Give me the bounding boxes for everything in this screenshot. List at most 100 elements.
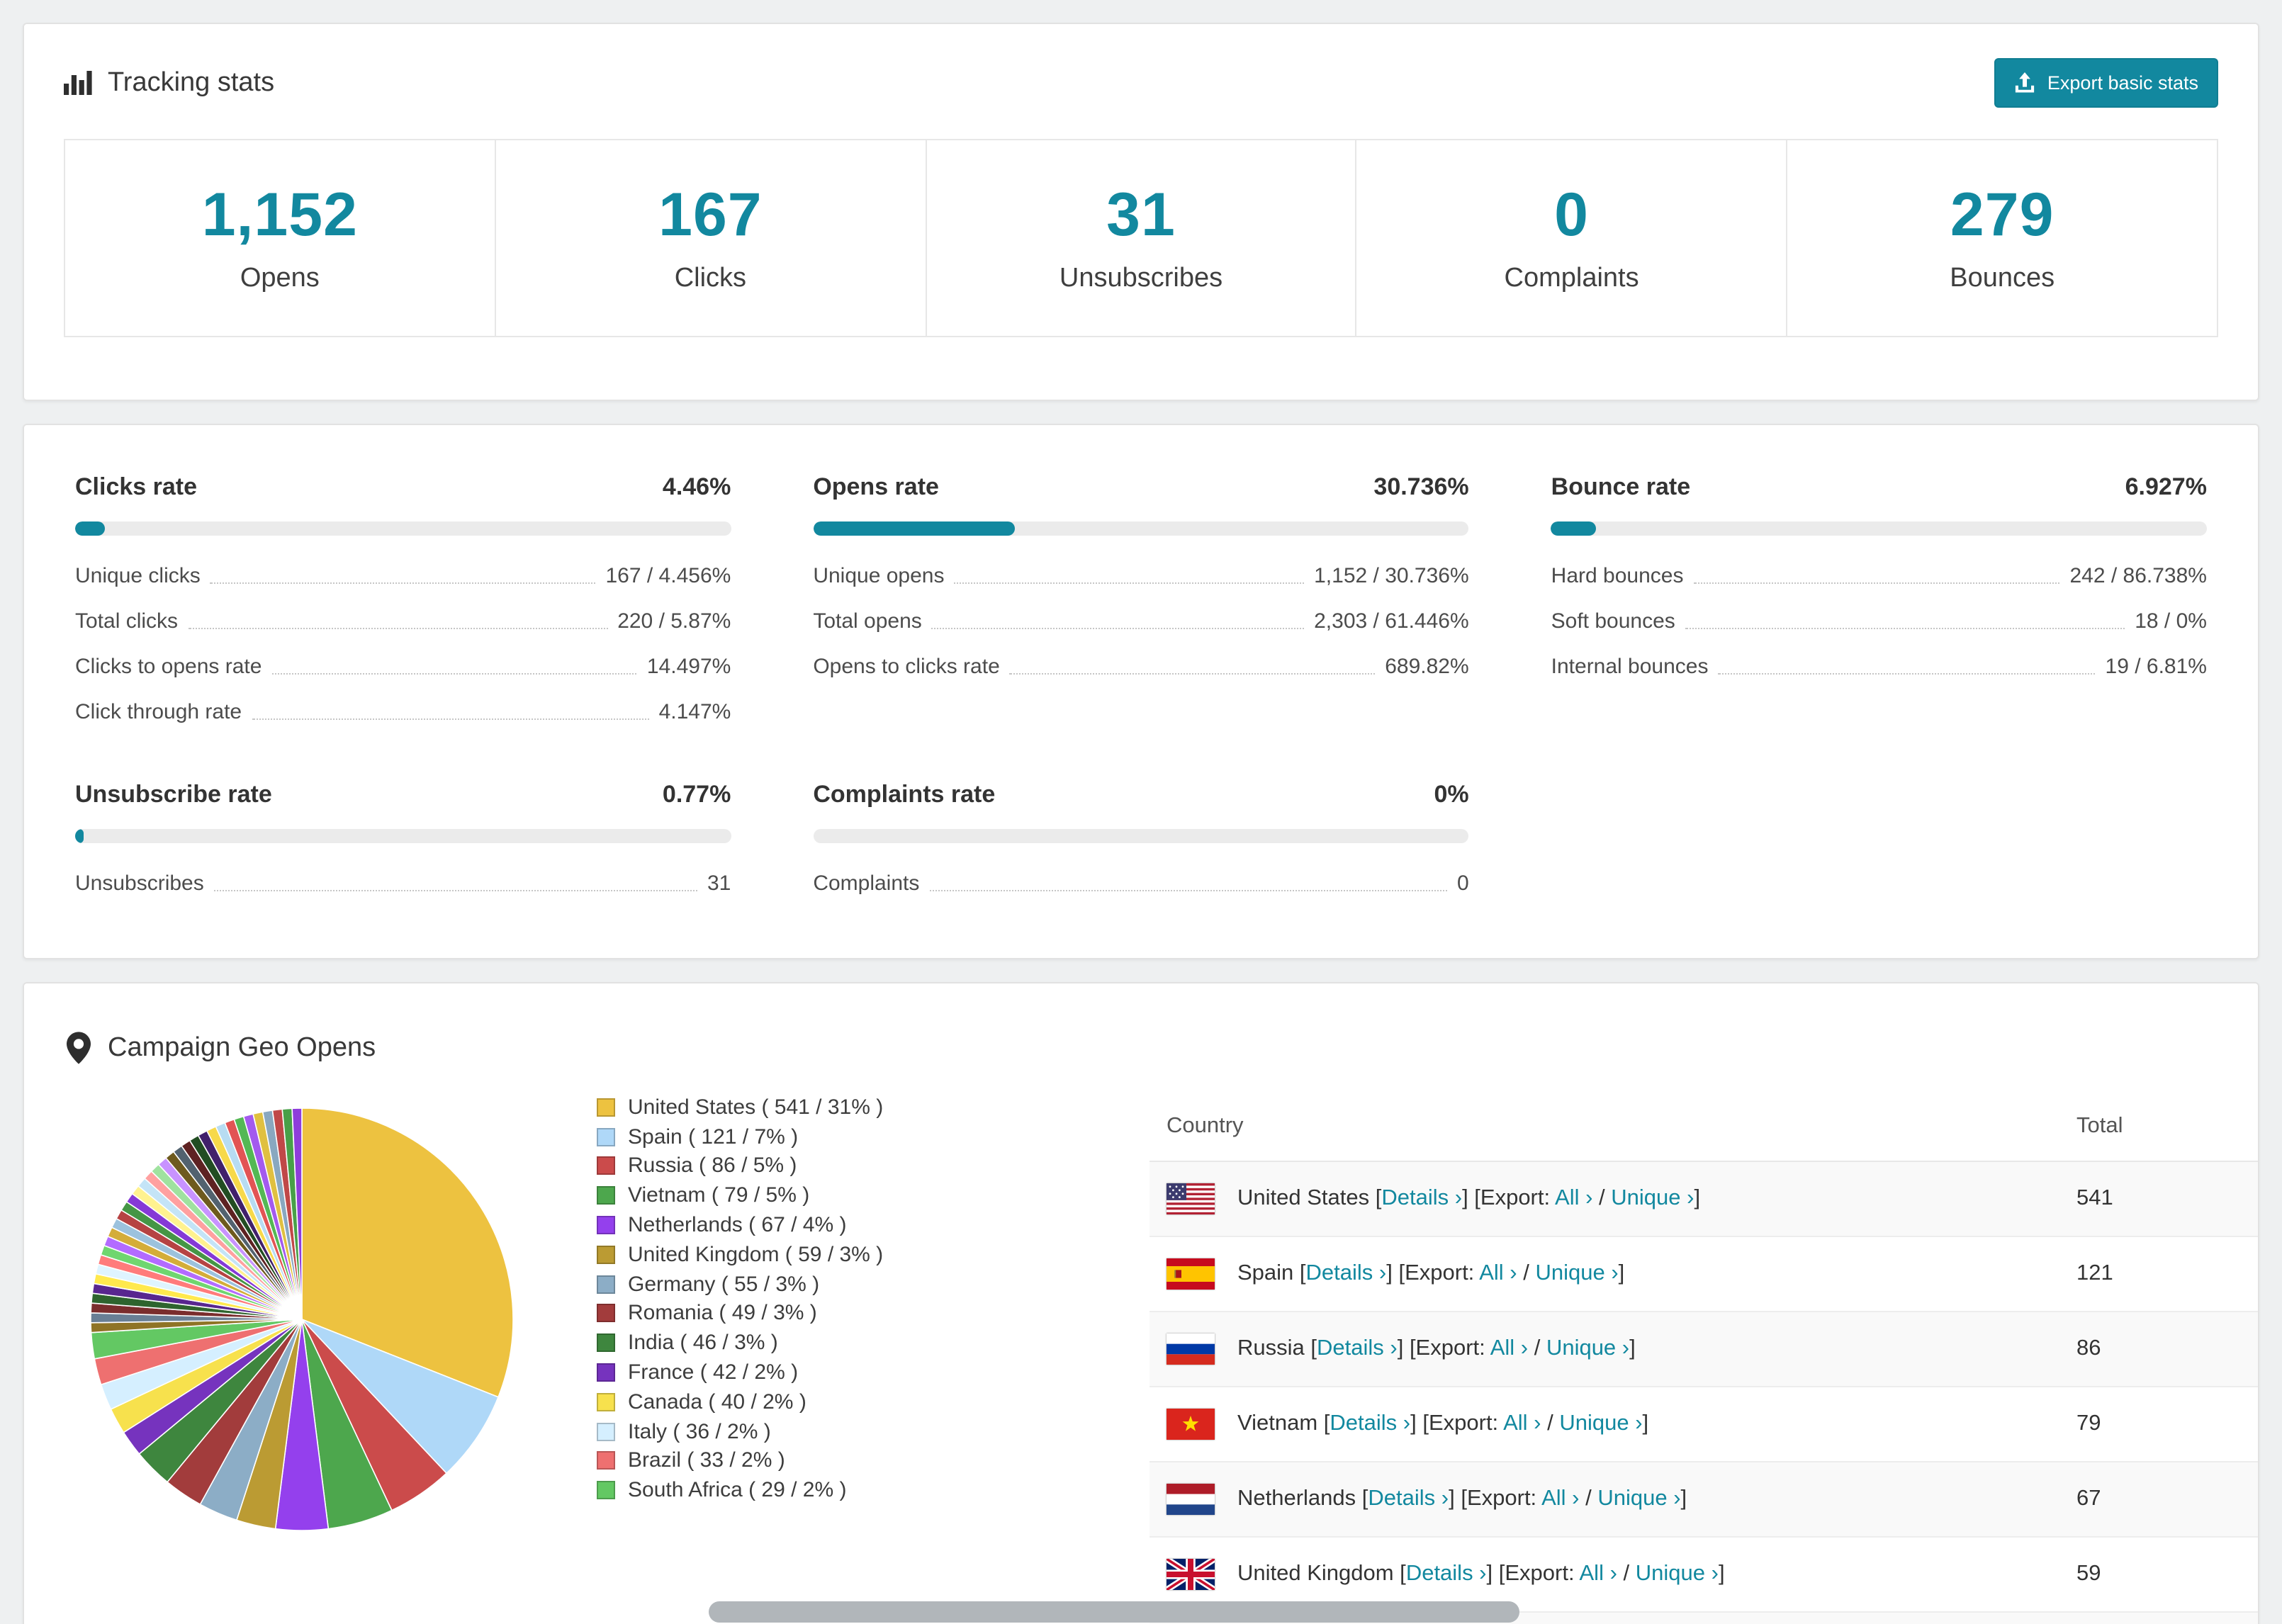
export-unique-link[interactable]: Unique › — [1636, 1562, 1719, 1586]
rate-detail-value: 220 / 5.87% — [617, 609, 731, 633]
dotted-leader — [931, 628, 1305, 629]
export-unique-link[interactable]: Unique › — [1559, 1411, 1642, 1436]
tracking-stats-title: Tracking stats — [108, 67, 275, 97]
bounces-count: 279 — [1950, 181, 2055, 249]
geo-legend: United States ( 541 / 31% ) Spain ( 121 /… — [597, 1093, 954, 1505]
rate-detail-label: Unsubscribes — [75, 872, 204, 896]
rate-detail-label: Total clicks — [75, 609, 179, 633]
legend-item-netherlands: Netherlands ( 67 / 4% ) — [597, 1210, 954, 1240]
complaints-label: Complaints — [1504, 264, 1639, 293]
bar-chart-icon — [64, 71, 92, 95]
pie-svg — [90, 1107, 514, 1531]
dotted-leader — [1693, 582, 2060, 584]
legend-swatch-icon — [597, 1363, 615, 1382]
opens-label: Opens — [240, 264, 320, 293]
geo-table-wrap: Country Total United States [Details ›] … — [1150, 1090, 2258, 1624]
export-unique-link[interactable]: Unique › — [1611, 1186, 1694, 1210]
dotted-leader — [271, 673, 637, 675]
rate-detail-value: 4.147% — [658, 700, 731, 724]
legend-swatch-icon — [597, 1451, 615, 1470]
export-all-link[interactable]: All › — [1555, 1186, 1592, 1210]
rate-detail-label: Total opens — [813, 609, 922, 633]
details-link[interactable]: Details › — [1381, 1186, 1462, 1210]
rate-detail-row: Soft bounces 18 / 0% — [1551, 609, 2207, 633]
country-cell-text: Vietnam [Details ›] [Export: All › / Uni… — [1237, 1411, 1649, 1436]
rate-detail-row: Hard bounces 242 / 86.738% — [1551, 564, 2207, 588]
legend-swatch-icon — [597, 1127, 615, 1146]
geo-table-row-es: Spain [Details ›] [Export: All › / Uniqu… — [1150, 1236, 2258, 1312]
rate-progress-bar — [813, 829, 1469, 843]
rate-detail-value: 31 — [707, 872, 731, 896]
legend-swatch-icon — [597, 1216, 615, 1235]
rate-detail-value: 0 — [1456, 872, 1469, 896]
export-all-link[interactable]: All › — [1490, 1336, 1528, 1360]
rate-detail-row: Total opens 2,303 / 61.446% — [813, 609, 1468, 633]
country-total: 59 — [2076, 1536, 2258, 1612]
export-basic-stats-button[interactable]: Export basic stats — [1994, 58, 2218, 108]
country-column-header: Country — [1150, 1090, 2076, 1162]
rate-detail-label: Clicks to opens rate — [75, 655, 262, 679]
stat-box-complaints: 0 Complaints — [1355, 139, 1788, 337]
stat-box-opens: 1,152 Opens — [64, 139, 496, 337]
legend-swatch-icon — [597, 1245, 615, 1264]
clicks-count: 167 — [658, 181, 763, 249]
dotted-leader — [1685, 628, 2125, 629]
legend-item-italy: Italy ( 36 / 2% ) — [597, 1417, 954, 1447]
country-cell-text: Spain [Details ›] [Export: All › / Uniqu… — [1237, 1261, 1625, 1285]
legend-label: South Africa ( 29 / 2% ) — [628, 1478, 847, 1503]
rate-block-opens-rate: Opens rate 30.736% Unique opens 1,152 / 30.… — [813, 473, 1469, 724]
legend-label: United States ( 541 / 31% ) — [628, 1095, 884, 1120]
country-total: 86 — [2076, 1311, 2258, 1387]
stat-box-clicks: 167 Clicks — [494, 139, 927, 337]
legend-label: Spain ( 121 / 7% ) — [628, 1124, 799, 1149]
legend-item-vietnam: Vietnam ( 79 / 5% ) — [597, 1181, 954, 1211]
legend-label: Italy ( 36 / 2% ) — [628, 1419, 771, 1444]
dotted-leader — [210, 582, 596, 584]
details-link[interactable]: Details › — [1406, 1562, 1487, 1586]
dotted-leader — [954, 582, 1305, 584]
details-link[interactable]: Details › — [1368, 1487, 1449, 1511]
export-unique-link[interactable]: Unique › — [1535, 1261, 1618, 1285]
export-all-link[interactable]: All › — [1541, 1487, 1579, 1511]
export-all-link[interactable]: All › — [1503, 1411, 1541, 1436]
legend-swatch-icon — [597, 1481, 615, 1500]
legend-label: Russia ( 86 / 5% ) — [628, 1154, 797, 1178]
details-link[interactable]: Details › — [1306, 1261, 1387, 1285]
rate-title: Clicks rate — [75, 473, 197, 500]
rate-detail-row: Unsubscribes 31 — [75, 872, 731, 896]
details-link[interactable]: Details › — [1317, 1336, 1398, 1360]
geo-pie-chart — [89, 1107, 515, 1532]
rate-detail-value: 167 / 4.456% — [605, 564, 731, 588]
country-total: 55 — [2076, 1611, 2258, 1624]
bounces-label: Bounces — [1950, 264, 2055, 293]
rate-progress-bar — [75, 829, 731, 843]
export-button-label: Export basic stats — [2047, 72, 2198, 94]
legend-item-germany: Germany ( 55 / 3% ) — [597, 1270, 954, 1299]
rate-block-clicks-rate: Clicks rate 4.46% Unique clicks 167 / 4.456… — [75, 473, 731, 724]
rate-detail-value: 1,152 / 30.736% — [1314, 564, 1469, 588]
legend-label: United Kingdom ( 59 / 3% ) — [628, 1242, 884, 1267]
export-unique-link[interactable]: Unique › — [1546, 1336, 1629, 1360]
rate-detail-row: Total clicks 220 / 5.87% — [75, 609, 731, 633]
details-link[interactable]: Details › — [1330, 1411, 1410, 1436]
export-all-link[interactable]: All › — [1580, 1562, 1617, 1586]
rate-percent: 0.77% — [662, 781, 731, 808]
rate-detail-row: Click through rate 4.147% — [75, 700, 731, 724]
horizontal-scrollbar-thumb[interactable] — [709, 1601, 1519, 1623]
geo-table-row-nl: Netherlands [Details ›] [Export: All › /… — [1150, 1461, 2258, 1537]
unsubscribes-count: 31 — [1106, 181, 1176, 249]
rate-progress-bar — [813, 521, 1469, 536]
legend-item-russia: Russia ( 86 / 5% ) — [597, 1151, 954, 1181]
legend-label: Vietnam ( 79 / 5% ) — [628, 1183, 810, 1208]
legend-item-india: India ( 46 / 3% ) — [597, 1329, 954, 1358]
geo-header: Campaign Geo Opens — [24, 983, 2258, 1064]
export-unique-link[interactable]: Unique › — [1597, 1487, 1680, 1511]
flag-ru-icon — [1167, 1333, 1215, 1365]
rate-detail-row: Opens to clicks rate 689.82% — [813, 655, 1468, 679]
map-pin-icon — [67, 1032, 91, 1064]
legend-label: Netherlands ( 67 / 4% ) — [628, 1213, 847, 1238]
export-all-link[interactable]: All › — [1479, 1261, 1517, 1285]
country-total: 67 — [2076, 1461, 2258, 1537]
tracking-stats-row: 1,152 Opens 167 Clicks 31 Unsubscribes 0… — [64, 139, 2218, 337]
rate-detail-label: Unique opens — [813, 564, 945, 588]
